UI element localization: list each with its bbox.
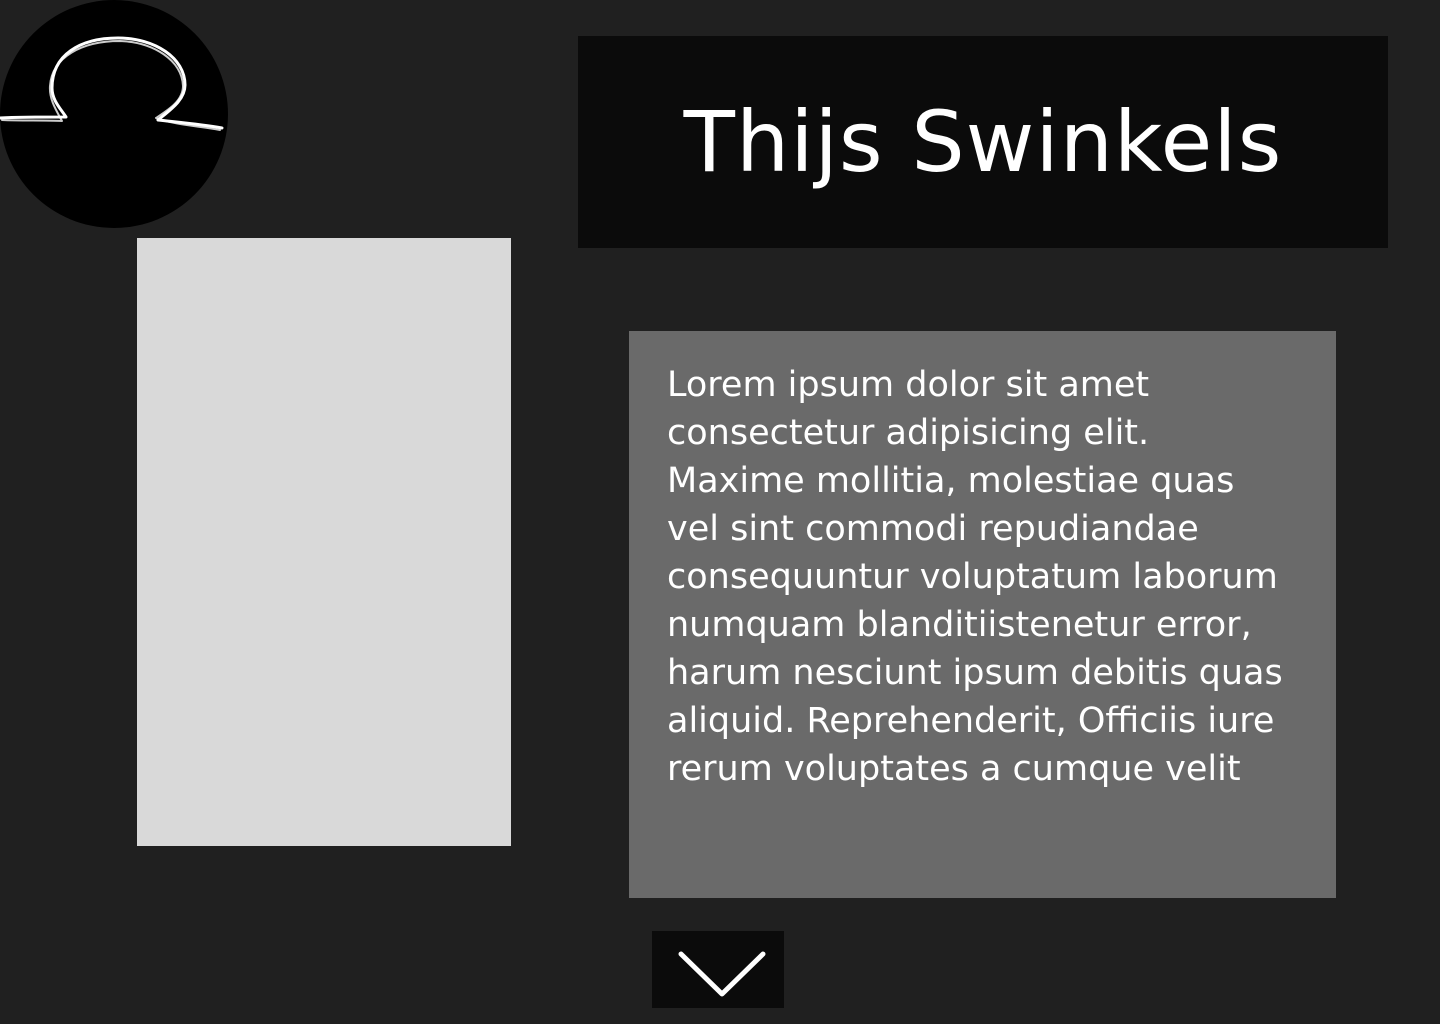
page: Thijs Swinkels Lorem ipsum dolor sit ame… [0, 0, 1440, 1024]
page-title: Thijs Swinkels [683, 93, 1283, 191]
title-box: Thijs Swinkels [578, 36, 1388, 248]
photo-placeholder [137, 238, 511, 846]
scroll-down-button[interactable] [652, 931, 784, 1008]
chevron-down-icon [678, 951, 766, 997]
logo[interactable] [0, 0, 228, 228]
text-box: Lorem ipsum dolor sit amet consectetur a… [629, 331, 1336, 898]
body-text: Lorem ipsum dolor sit amet consectetur a… [667, 365, 1283, 789]
head-outline-icon [0, 36, 224, 131]
